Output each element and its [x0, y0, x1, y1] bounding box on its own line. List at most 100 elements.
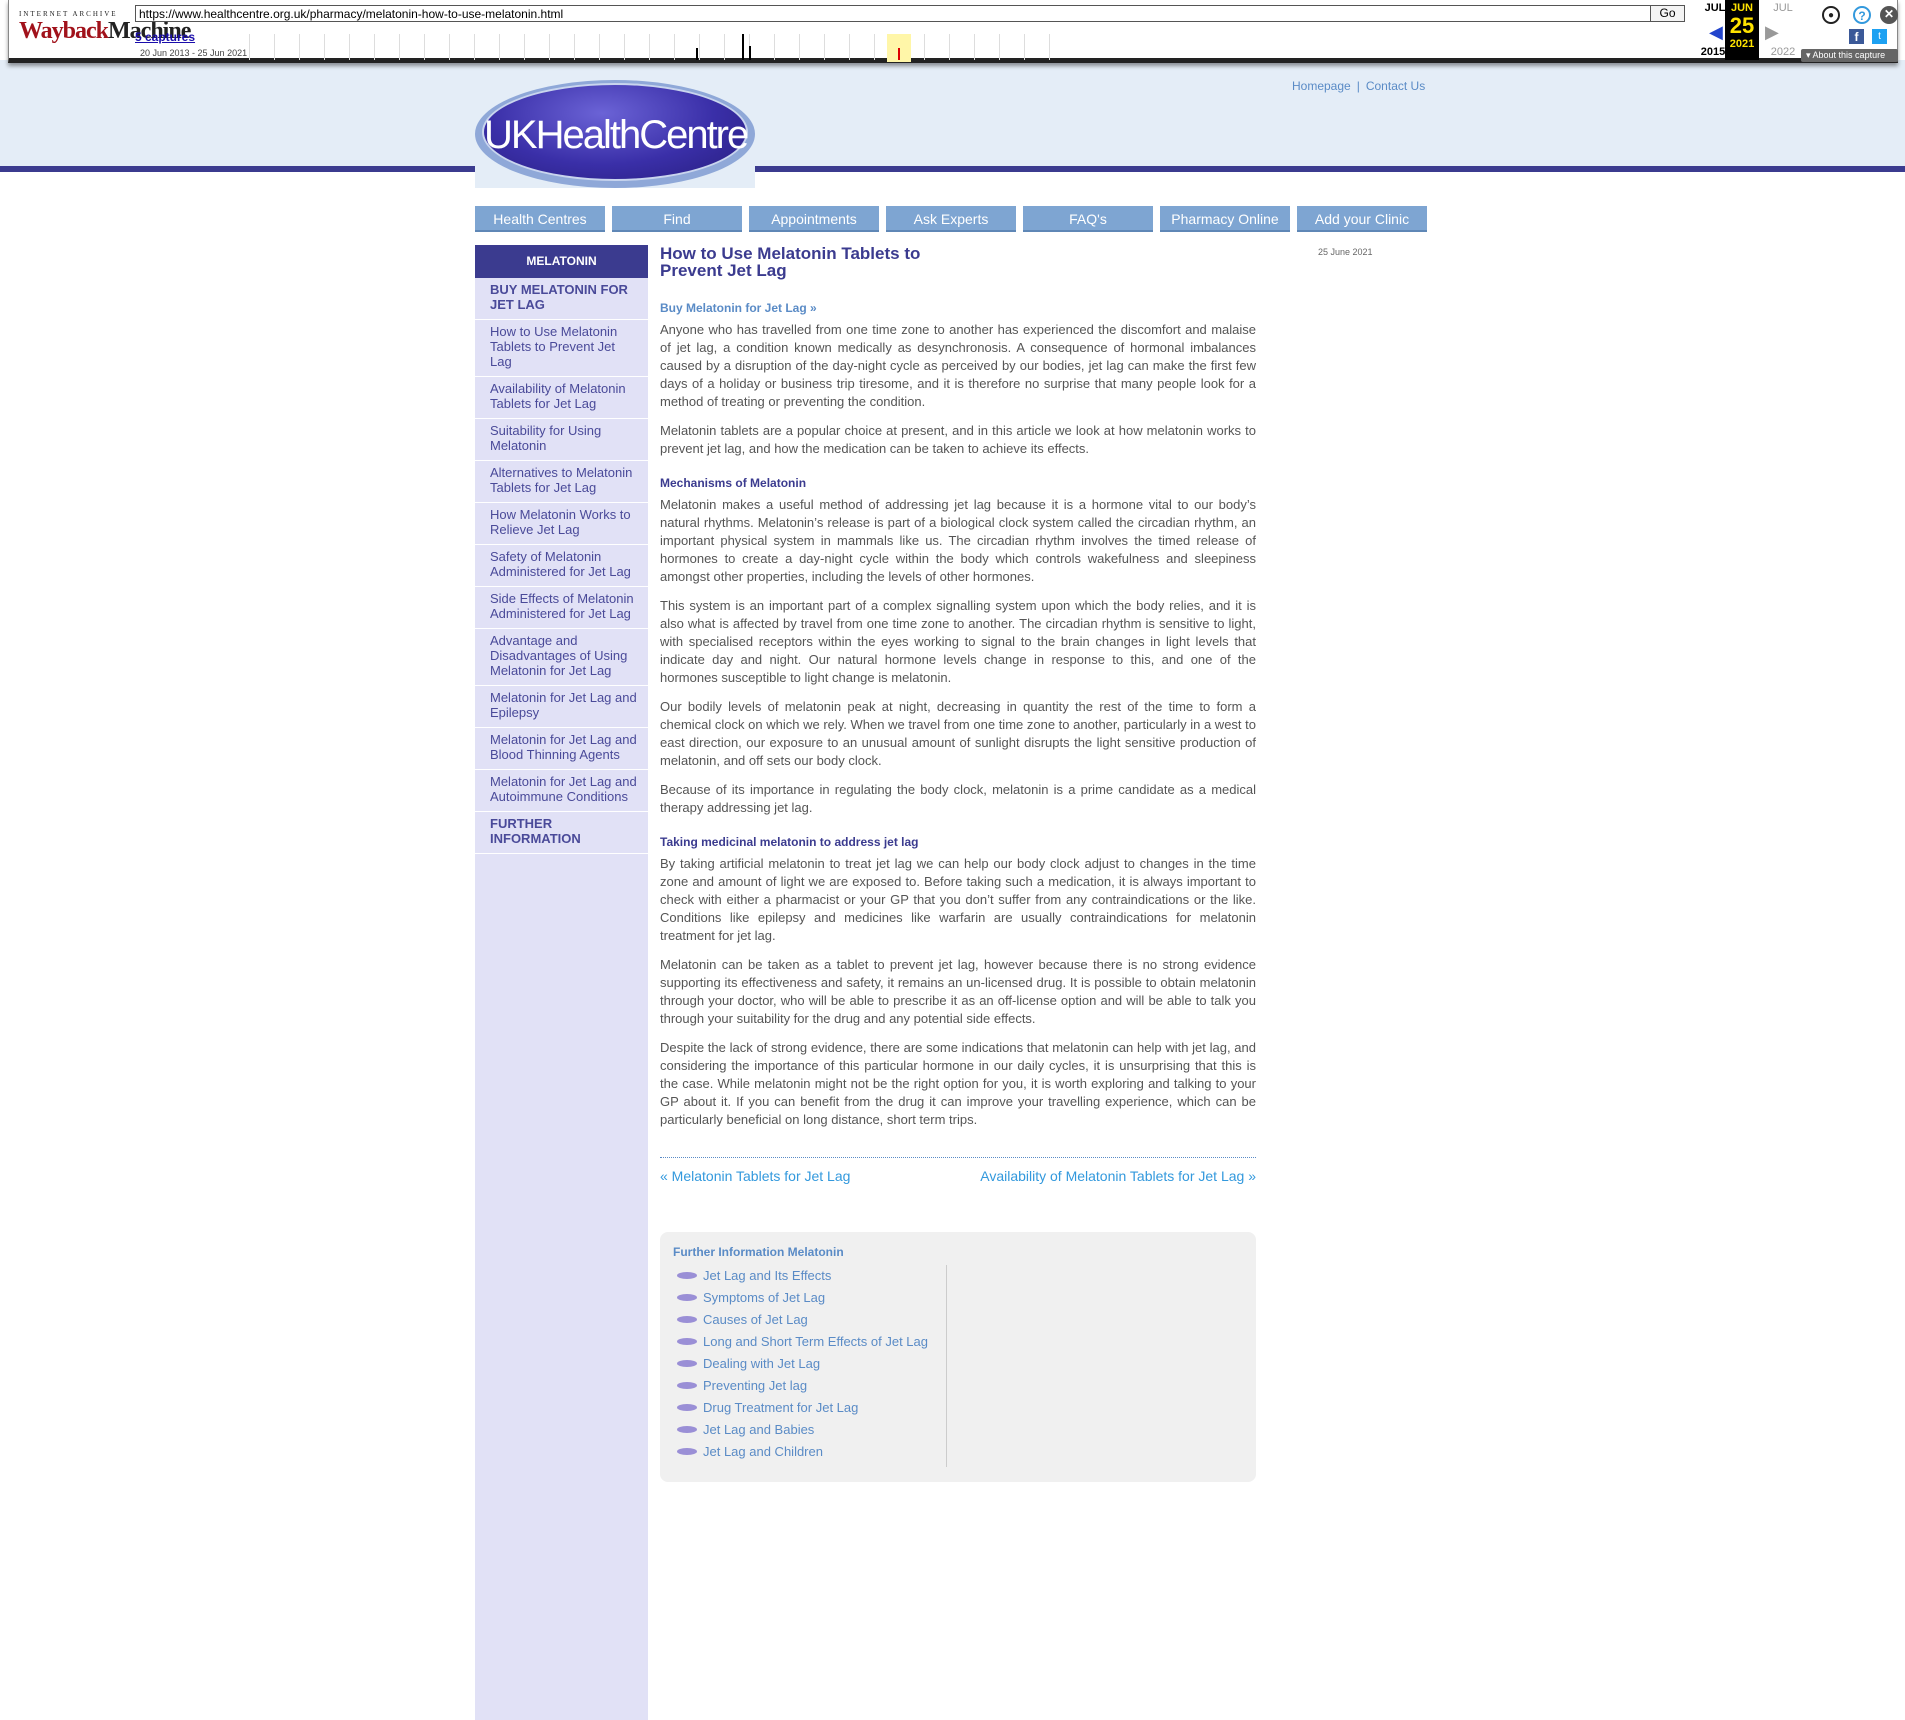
- wayback-logo-top: INTERNET ARCHIVE: [19, 10, 118, 18]
- bullet-icon: [677, 1316, 697, 1323]
- wayback-current-day: 25: [1729, 13, 1755, 38]
- list-item-label: Dealing with Jet Lag: [703, 1356, 821, 1371]
- article: How to Use Melatonin Tablets to Prevent …: [660, 245, 1256, 1188]
- nav-ask-experts[interactable]: Ask Experts: [886, 206, 1016, 232]
- list-item[interactable]: Dealing with Jet Lag: [677, 1353, 946, 1375]
- list-item-label: Drug Treatment for Jet Lag: [703, 1400, 859, 1415]
- list-item[interactable]: Drug Treatment for Jet Lag: [677, 1397, 946, 1419]
- wayback-go-button[interactable]: Go: [1650, 5, 1685, 22]
- sidebar-item-autoimmune[interactable]: Melatonin for Jet Lag and Autoimmune Con…: [475, 770, 648, 812]
- site-logo-text: UKHealthCentre: [484, 113, 749, 157]
- sparkline-year-divider: [374, 34, 375, 60]
- sparkline-year-divider: [324, 34, 325, 60]
- sparkline-capture[interactable]: [696, 48, 698, 60]
- sidebar-item-how-to-use[interactable]: How to Use Melatonin Tablets to Prevent …: [475, 320, 648, 377]
- twitter-icon[interactable]: t: [1872, 29, 1887, 44]
- sparkline-year-divider: [474, 34, 475, 60]
- help-icon[interactable]: ?: [1853, 6, 1871, 24]
- list-item-label: Jet Lag and Children: [703, 1444, 823, 1459]
- nav-pharmacy-online[interactable]: Pharmacy Online: [1160, 206, 1290, 232]
- sparkline-current-capture[interactable]: [898, 48, 900, 60]
- article-paragraph: Despite the lack of strong evidence, the…: [660, 1040, 1256, 1127]
- sidebar-item-buy-melatonin[interactable]: BUY MELATONIN FOR JET LAG: [475, 278, 648, 320]
- sidebar: MELATONIN BUY MELATONIN FOR JET LAG How …: [475, 245, 648, 1720]
- next-article-link[interactable]: Availability of Melatonin Tablets for Je…: [980, 1168, 1256, 1184]
- list-item-label: Jet Lag and Its Effects: [703, 1268, 832, 1283]
- wayback-logo-part1: Wayback: [19, 18, 109, 44]
- sidebar-item-epilepsy[interactable]: Melatonin for Jet Lag and Epilepsy: [475, 686, 648, 728]
- wayback-next-month: JUL: [1773, 2, 1793, 14]
- bullet-icon: [677, 1360, 697, 1367]
- article-divider: [660, 1157, 1256, 1158]
- contact-us-link[interactable]: Contact Us: [1366, 79, 1425, 93]
- sidebar-item-suitability[interactable]: Suitability for Using Melatonin: [475, 419, 648, 461]
- list-item[interactable]: Causes of Jet Lag: [677, 1309, 946, 1331]
- user-icon[interactable]: ●: [1822, 6, 1840, 24]
- sparkline-year-divider: [274, 34, 275, 60]
- sidebar-item-side-effects[interactable]: Side Effects of Melatonin Administered f…: [475, 587, 648, 629]
- sparkline-capture[interactable]: [742, 34, 744, 60]
- top-links-separator: |: [1356, 79, 1360, 93]
- sparkline-year-divider: [349, 34, 350, 60]
- further-information-title: Further Information Melatonin: [673, 1245, 844, 1259]
- nav-health-centres[interactable]: Health Centres: [475, 206, 605, 232]
- bullet-icon: [677, 1404, 697, 1411]
- site-logo[interactable]: UKHealthCentre: [475, 78, 755, 188]
- sparkline-capture[interactable]: [749, 46, 751, 60]
- nav-appointments[interactable]: Appointments: [749, 206, 879, 232]
- sidebar-item-alternatives[interactable]: Alternatives to Melatonin Tablets for Je…: [475, 461, 648, 503]
- article-paragraph: This system is an important part of a co…: [660, 598, 1256, 685]
- further-information-box: Further Information Melatonin Jet Lag an…: [660, 1232, 1256, 1482]
- wayback-next-year: 2022: [1770, 46, 1796, 58]
- bullet-icon: [677, 1338, 697, 1345]
- sparkline-year-divider: [974, 34, 975, 60]
- section-heading-mechanisms: Mechanisms of Melatonin: [660, 476, 807, 490]
- buy-melatonin-link[interactable]: Buy Melatonin for Jet Lag »: [660, 301, 1256, 315]
- top-links: Homepage | Contact Us: [1292, 79, 1425, 93]
- site-header-stripe: [0, 166, 1905, 172]
- wayback-next-arrow-icon[interactable]: ▶: [1765, 22, 1779, 43]
- wayback-sparkline[interactable]: [249, 30, 1050, 62]
- wayback-logo-wordmark: WaybackMachine: [19, 18, 191, 44]
- bullet-icon: [677, 1448, 697, 1455]
- close-icon[interactable]: ✕: [1880, 6, 1898, 24]
- about-capture-button[interactable]: ▾ About this capture: [1801, 49, 1898, 62]
- list-item[interactable]: Jet Lag and Its Effects: [677, 1265, 946, 1287]
- sparkline-year-divider: [574, 34, 575, 60]
- sidebar-item-advantages[interactable]: Advantage and Disadvantages of Using Mel…: [475, 629, 648, 686]
- sparkline-year-divider: [999, 34, 1000, 60]
- sparkline-year-divider: [599, 34, 600, 60]
- list-item[interactable]: Long and Short Term Effects of Jet Lag: [677, 1331, 946, 1353]
- wayback-url-input[interactable]: [135, 5, 1655, 22]
- nav-find[interactable]: Find: [612, 206, 742, 232]
- sparkline-year-divider: [449, 34, 450, 60]
- list-item-label: Preventing Jet lag: [703, 1378, 808, 1393]
- sidebar-item-how-it-works[interactable]: How Melatonin Works to Relieve Jet Lag: [475, 503, 648, 545]
- list-item[interactable]: Jet Lag and Babies: [677, 1419, 946, 1441]
- nav-add-your-clinic[interactable]: Add your Clinic: [1297, 206, 1427, 232]
- wayback-captures-link[interactable]: 5 captures: [135, 30, 195, 44]
- article-paragraph: Melatonin makes a useful method of addre…: [660, 497, 1256, 584]
- list-item[interactable]: Jet Lag and Children: [677, 1441, 946, 1463]
- sparkline-year-divider: [1024, 34, 1025, 60]
- prev-article-link[interactable]: « Melatonin Tablets for Jet Lag: [660, 1168, 850, 1184]
- bullet-icon: [677, 1426, 697, 1433]
- sparkline-year-divider: [924, 34, 925, 60]
- sidebar-item-availability[interactable]: Availability of Melatonin Tablets for Je…: [475, 377, 648, 419]
- wayback-current-year: 2021: [1729, 38, 1755, 50]
- sidebar-item-blood-thinning[interactable]: Melatonin for Jet Lag and Blood Thinning…: [475, 728, 648, 770]
- wayback-prev-arrow-icon[interactable]: ◀: [1709, 22, 1723, 43]
- main-nav: Health Centres Find Appointments Ask Exp…: [475, 206, 1429, 232]
- bullet-icon: [677, 1272, 697, 1279]
- list-item[interactable]: Preventing Jet lag: [677, 1375, 946, 1397]
- sidebar-item-safety[interactable]: Safety of Melatonin Administered for Jet…: [475, 545, 648, 587]
- list-item-label: Causes of Jet Lag: [703, 1312, 808, 1327]
- facebook-icon[interactable]: f: [1849, 29, 1864, 44]
- wayback-toolbar: INTERNET ARCHIVE WaybackMachine Go 5 cap…: [8, 0, 1898, 63]
- list-item[interactable]: Symptoms of Jet Lag: [677, 1287, 946, 1309]
- homepage-link[interactable]: Homepage: [1292, 79, 1351, 93]
- sidebar-item-further-information[interactable]: FURTHER INFORMATION: [475, 812, 648, 854]
- page-title: How to Use Melatonin Tablets to Prevent …: [660, 244, 921, 280]
- wayback-logo[interactable]: INTERNET ARCHIVE WaybackMachine: [19, 10, 191, 50]
- nav-faqs[interactable]: FAQ's: [1023, 206, 1153, 232]
